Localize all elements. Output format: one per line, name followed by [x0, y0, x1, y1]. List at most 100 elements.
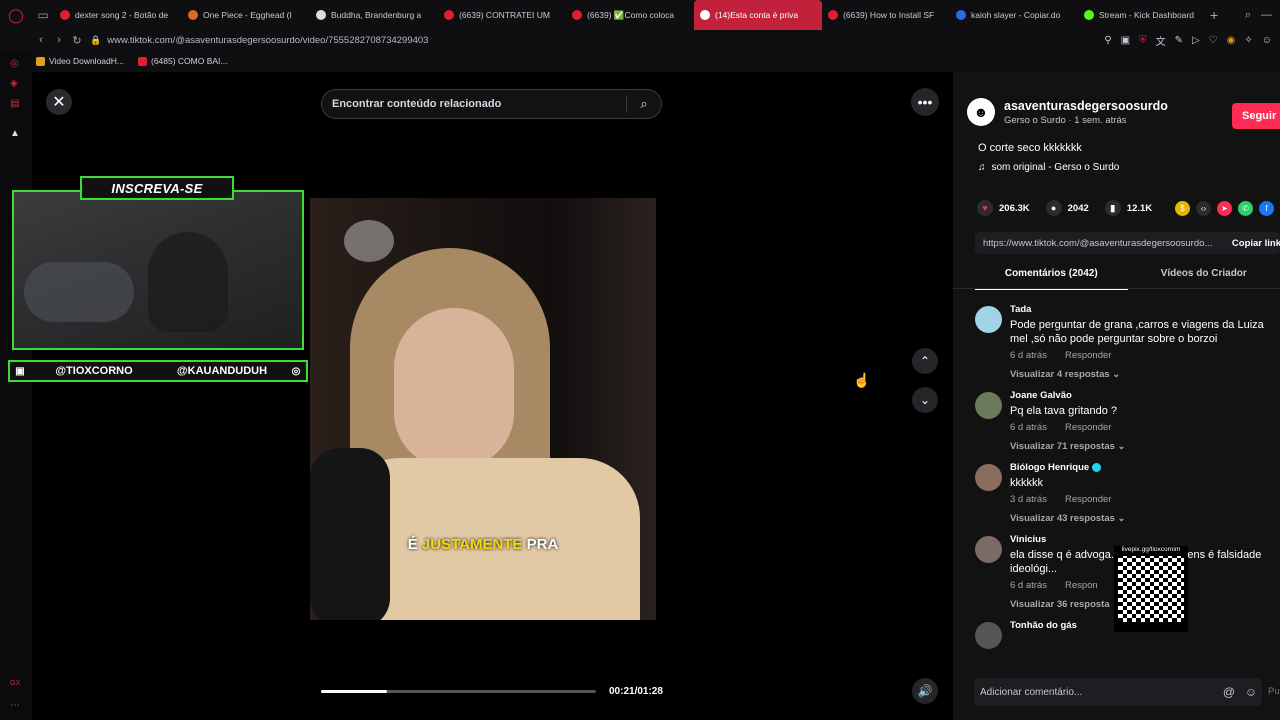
coin-icon[interactable]: $ — [1175, 201, 1190, 216]
browser-tab[interactable]: (6639) How to Install SF — [822, 0, 950, 30]
view-replies-button[interactable]: Visualizar 4 respostas ⌄ — [1010, 369, 1280, 380]
tab-favicon-icon — [700, 10, 710, 20]
browser-tab[interactable]: One Piece - Egghead (I — [182, 0, 310, 30]
sound-label: som original - Gerso o Surdo — [991, 162, 1120, 173]
comment-avatar[interactable] — [975, 536, 1002, 563]
emoji-icon[interactable]: ☺ — [1240, 685, 1262, 699]
tab-creator-videos[interactable]: Vídeos do Criador — [1128, 264, 1280, 290]
tab-title: Stream - Kick Dashboard — [1099, 10, 1194, 20]
sidebar-gx-icon[interactable]: GX — [10, 680, 20, 687]
next-video-button[interactable]: ⌄ — [912, 387, 938, 413]
tab-comments[interactable]: Comentários (2042) — [975, 264, 1128, 290]
lock-icon: 🔒 — [90, 34, 102, 45]
close-button[interactable]: ✕ — [46, 89, 72, 115]
tab-favicon-icon — [444, 10, 454, 20]
browser-tab[interactable]: kaioh slayer - Copiar.do — [950, 0, 1078, 30]
music-note-icon: ♫ — [978, 162, 986, 173]
new-tab-button[interactable]: + — [1210, 7, 1218, 23]
send-icon[interactable]: ➤ — [1217, 201, 1232, 216]
instagram-icon: ◎ — [291, 365, 301, 377]
video-player[interactable]: É JUSTAMENTE PRA — [310, 198, 656, 620]
youtube-icon — [137, 56, 147, 66]
search-input[interactable] — [332, 98, 626, 110]
comment-author[interactable]: Tada — [1010, 304, 1280, 315]
browser-tab[interactable]: Buddha, Brandenburg a — [310, 0, 438, 30]
browser-tab[interactable]: dexter song 2 - Botão de — [54, 0, 182, 30]
save-button[interactable]: ▮ 12.1K — [1104, 200, 1152, 216]
browser-tab[interactable]: Stream - Kick Dashboard — [1078, 0, 1206, 30]
comment-author[interactable]: Vinicius — [1010, 534, 1280, 545]
copy-link-button[interactable]: Copiar link — [1222, 238, 1280, 249]
browser-tab[interactable]: (14)Esta conta é priva — [694, 0, 822, 30]
extension-icon[interactable]: ✎ — [1175, 35, 1183, 46]
comment-time: 3 d atrás — [1010, 494, 1047, 505]
url-field[interactable]: 🔒 www.tiktok.com/@asaventurasdegersoosurd… — [90, 35, 428, 46]
profile-avatar[interactable]: ☺ — [1262, 35, 1272, 46]
pin-icon[interactable]: ⚲ — [1104, 35, 1111, 46]
puzzle-icon[interactable]: ✧ — [1244, 35, 1252, 46]
sound-link[interactable]: ♫ som original - Gerso o Surdo — [978, 162, 1119, 173]
comment-author[interactable]: Biólogo Henrique — [1010, 462, 1280, 473]
reply-button[interactable]: Respon — [1065, 580, 1098, 591]
reply-button[interactable]: Responder — [1065, 422, 1111, 433]
progress-bar[interactable] — [321, 690, 596, 693]
opera-logo-icon[interactable]: ◯ — [0, 0, 32, 30]
caption-post: PRA — [526, 536, 559, 553]
color-icon[interactable]: ◉ — [1227, 35, 1236, 46]
more-options-button[interactable]: ••• — [911, 88, 939, 116]
minimize-icon[interactable]: — — [1261, 9, 1272, 22]
comment-meta: 3 d atrás Responder — [1010, 494, 1280, 505]
comment-avatar[interactable] — [975, 392, 1002, 419]
reload-icon[interactable]: ↻ — [68, 34, 86, 47]
bookmark-video-download[interactable]: Video DownloadH... — [36, 56, 124, 66]
comment-avatar[interactable] — [975, 306, 1002, 333]
browser-tab[interactable]: (6639) CONTRATEI UM — [438, 0, 566, 30]
snapshot-icon[interactable]: ▣ — [1121, 35, 1130, 46]
heart-icon[interactable]: ♡ — [1209, 35, 1218, 46]
previous-video-button[interactable]: ⌃ — [912, 348, 938, 374]
handle-right: @KAUANDUDUH — [176, 365, 268, 377]
author-username[interactable]: asaventurasdegersoosurdo — [1004, 99, 1168, 113]
sidebar-twitch-icon[interactable]: ▤ — [10, 98, 19, 109]
post-button[interactable]: Pu — [1268, 686, 1280, 697]
facebook-icon[interactable]: f — [1259, 201, 1274, 216]
sidebar-more-icon[interactable]: ⋯ — [10, 700, 20, 711]
verified-icon — [1092, 462, 1102, 472]
author-avatar[interactable]: ☻ — [967, 98, 995, 126]
sidebar-arrow-icon[interactable]: ▲ — [10, 128, 20, 139]
whatsapp-icon[interactable]: ✆ — [1238, 201, 1253, 216]
panel-tabs: Comentários (2042) Vídeos do Criador — [975, 264, 1280, 290]
qr-overlay: livepix.gg/tioxcornim — [1114, 546, 1188, 632]
like-button[interactable]: ♥ 206.3K — [977, 200, 1030, 216]
tab-overview-icon[interactable]: ▭ — [32, 8, 54, 22]
comment-avatar[interactable] — [975, 464, 1002, 491]
view-replies-button[interactable]: Visualizar 43 respostas ⌄ — [1010, 513, 1280, 524]
video-link-text[interactable]: https://www.tiktok.com/@asaventurasdeger… — [975, 238, 1222, 249]
browser-tab[interactable]: (6639) ✅Como coloca — [566, 0, 694, 30]
tab-favicon-icon — [316, 10, 326, 20]
play-icon[interactable]: ▷ — [1192, 35, 1200, 46]
comment-button[interactable]: ● 2042 — [1045, 200, 1089, 216]
bookmark-youtube[interactable]: (6485) COMO BAI... — [137, 56, 228, 66]
view-replies-button[interactable]: Visualizar 71 respostas ⌄ — [1010, 441, 1280, 452]
video-person-face — [394, 308, 514, 468]
comment-author[interactable]: Joane Galvão — [1010, 390, 1280, 401]
sidebar-aria-icon[interactable]: ◎ — [10, 58, 19, 69]
forward-icon[interactable]: › — [50, 34, 68, 46]
back-icon[interactable]: ‹ — [32, 34, 50, 46]
search-icon[interactable]: ⌕ — [627, 96, 661, 112]
volume-button[interactable]: 🔊 — [912, 678, 938, 704]
search-tabs-icon[interactable]: ⌕ — [1245, 9, 1251, 22]
reply-button[interactable]: Responder — [1065, 350, 1111, 361]
reply-button[interactable]: Responder — [1065, 494, 1111, 505]
follow-button[interactable]: Seguir — [1232, 103, 1280, 129]
translate-icon[interactable]: 文 — [1156, 33, 1166, 48]
comment-avatar[interactable] — [975, 622, 1002, 649]
comment-text: Pode perguntar de grana ,carros e viagen… — [1010, 319, 1264, 345]
sidebar-messenger-icon[interactable]: ◈ — [10, 78, 18, 89]
embed-icon[interactable]: ‹› — [1196, 201, 1211, 216]
caption-pre: É — [407, 536, 418, 553]
mention-icon[interactable]: @ — [1218, 685, 1240, 699]
shield-icon[interactable]: ⛨ — [1139, 35, 1147, 46]
comment-input[interactable] — [980, 686, 1218, 698]
